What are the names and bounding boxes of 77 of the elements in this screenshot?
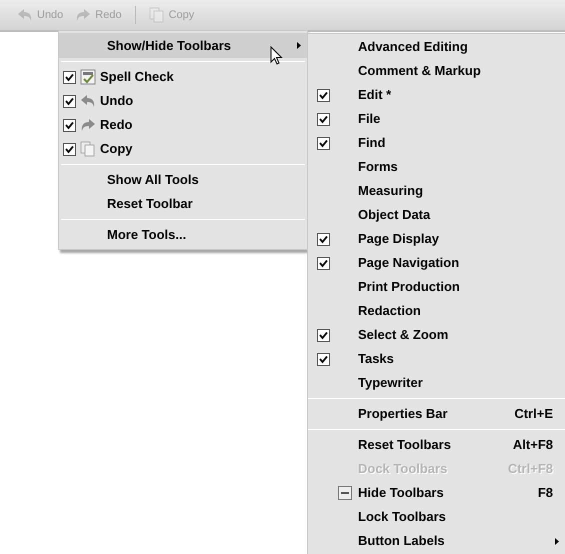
menu-item-label: Forms	[358, 158, 398, 176]
menu-item[interactable]: Reset Toolbar	[59, 192, 307, 216]
menu-item-label: Comment & Markup	[358, 62, 481, 80]
spell-check-icon	[80, 69, 96, 85]
menu-item-label: Typewriter	[358, 374, 423, 392]
menu-item[interactable]: Spell Check	[59, 65, 307, 89]
checkbox[interactable]	[317, 352, 330, 366]
menu-item-label: Hide Toolbars	[358, 484, 445, 502]
checkbox[interactable]	[317, 328, 330, 342]
menu-item-label: Find	[358, 134, 386, 152]
menu-item[interactable]: Lock Toolbars	[308, 505, 565, 529]
menu-item-label: Redaction	[358, 302, 421, 320]
checkbox[interactable]	[317, 136, 330, 150]
menu-item-label: Tasks	[358, 350, 394, 368]
menu-item-label: Undo	[100, 92, 134, 110]
menu-item-label: Properties Bar	[358, 405, 449, 424]
menu-item[interactable]: Page Display	[308, 227, 565, 251]
menu-item[interactable]: Copy	[59, 137, 307, 161]
menu-item[interactable]: Button Labels	[308, 529, 565, 553]
menu-item-label: Reset Toolbars	[358, 436, 452, 454]
menu-item-label: Print Production	[358, 278, 460, 296]
menu-item[interactable]: Show/Hide Toolbars	[59, 33, 307, 58]
menu-item-label: Redo	[100, 116, 132, 134]
menu-item-label: Page Navigation	[358, 254, 460, 272]
menu-item[interactable]: Page Navigation	[308, 251, 565, 275]
menu-item-label: Button Labels	[358, 532, 446, 550]
undo-arrow-icon	[17, 7, 33, 23]
redo-arrow-icon	[80, 117, 96, 133]
submenu-arrow-icon	[555, 538, 559, 544]
menu-item[interactable]: File	[308, 107, 565, 131]
menu-item[interactable]: Hide Toolbars F8	[308, 481, 565, 505]
checkbox[interactable]	[317, 112, 330, 126]
checkbox[interactable]	[63, 118, 76, 132]
menu-item[interactable]: Tasks	[308, 347, 565, 371]
menu-item[interactable]: Forms	[308, 155, 565, 179]
menu-item[interactable]: Reset Toolbars Alt+F8	[308, 433, 565, 457]
menu-item[interactable]: Comment & Markup	[308, 59, 565, 83]
menu-item-label: Advanced Editing	[358, 38, 468, 56]
shortcut-label: Alt+F8	[512, 436, 553, 454]
checkbox[interactable]	[317, 256, 330, 270]
minus-box-icon	[338, 486, 352, 500]
checkbox[interactable]	[63, 142, 76, 156]
checkbox[interactable]	[63, 70, 76, 84]
menu-item-label: Copy	[100, 140, 132, 158]
menu-item-label: Page Display	[358, 230, 439, 248]
submenu-arrow-icon	[297, 42, 301, 49]
menu-item[interactable]: Edit *	[308, 83, 565, 107]
menu-item[interactable]: More Tools...	[59, 223, 307, 247]
menu-item-label: Edit *	[358, 86, 392, 104]
menu-item[interactable]: Typewriter	[308, 371, 565, 395]
menu-item-label: File	[358, 110, 380, 128]
menu-item[interactable]: Measuring	[308, 179, 565, 203]
menu-item[interactable]: Properties Bar Ctrl+E	[308, 402, 565, 426]
checkbox[interactable]	[317, 232, 330, 246]
menu-item[interactable]: Object Data	[308, 203, 565, 227]
menu-item[interactable]: Show All Tools	[59, 168, 307, 192]
copy-icon	[80, 141, 96, 157]
redo-arrow-icon	[75, 7, 92, 23]
menu-item[interactable]: Find	[308, 131, 565, 155]
menu-item-label: Lock Toolbars	[358, 508, 447, 526]
menu-item-label: Object Data	[358, 206, 430, 224]
menu-item[interactable]: Print Production	[308, 275, 565, 299]
checkbox[interactable]	[317, 88, 330, 102]
shortcut-label: Ctrl+E	[514, 405, 553, 424]
checkbox[interactable]	[63, 94, 76, 108]
menu-item-label: Select & Zoom	[358, 326, 448, 344]
menu-item[interactable]: Undo	[59, 89, 307, 113]
menu-item[interactable]: Redaction	[308, 299, 565, 323]
shortcut-label: F8	[538, 484, 553, 502]
menu-item-label: Measuring	[358, 182, 424, 200]
undo-arrow-icon	[80, 93, 96, 109]
copy-icon	[148, 7, 165, 23]
menu-item-label: Spell Check	[100, 68, 174, 86]
menu-item[interactable]: Advanced Editing	[308, 35, 565, 59]
menu-item[interactable]: Select & Zoom	[308, 323, 565, 347]
menu-item-label: Show/Hide Toolbars	[107, 36, 232, 55]
menu-item[interactable]: Redo	[59, 113, 307, 137]
